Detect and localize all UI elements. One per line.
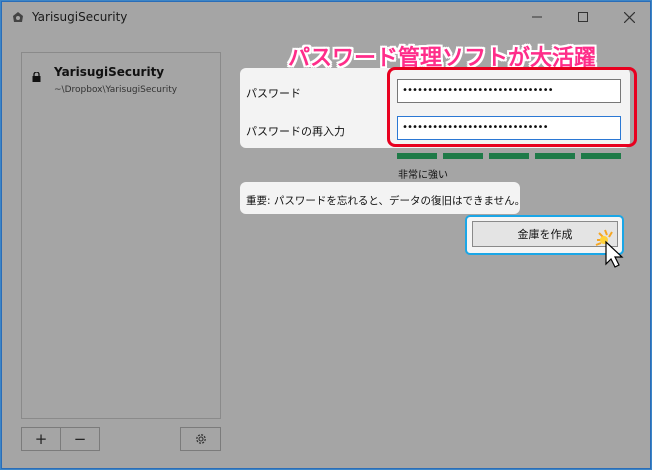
lock-icon bbox=[32, 72, 41, 82]
confirm-password-label: パスワードの再入力 bbox=[246, 125, 345, 138]
strength-segment bbox=[489, 153, 529, 159]
maximize-icon bbox=[578, 12, 588, 22]
gear-icon bbox=[195, 434, 206, 444]
app-window: YarisugiSecurity YarisugiSecurity ~\Drop… bbox=[1, 1, 651, 469]
minimize-button[interactable] bbox=[514, 2, 560, 32]
maximize-button[interactable] bbox=[560, 2, 606, 32]
warning-text: 重要: パスワードを忘れると、データの復旧はできません。 bbox=[246, 195, 526, 207]
close-icon bbox=[623, 11, 635, 23]
mouse-pointer-icon bbox=[595, 229, 624, 268]
strength-label: 非常に強い bbox=[398, 170, 448, 181]
add-label: + bbox=[34, 430, 48, 448]
vault-path: ~\Dropbox\YarisugiSecurity bbox=[54, 85, 178, 95]
strength-segment bbox=[581, 153, 621, 159]
strength-segment bbox=[535, 153, 575, 159]
close-button[interactable] bbox=[606, 2, 652, 32]
strength-segment bbox=[443, 153, 483, 159]
window-title: YarisugiSecurity bbox=[32, 10, 128, 24]
password-label: パスワード bbox=[246, 87, 301, 100]
vault-name: YarisugiSecurity bbox=[54, 65, 165, 79]
vault-list: YarisugiSecurity ~\Dropbox\YarisugiSecur… bbox=[21, 52, 221, 419]
minimize-icon bbox=[532, 16, 542, 18]
warning-message: 重要: パスワードを忘れると、データの復旧はできません。 bbox=[240, 182, 525, 214]
app-logo-icon bbox=[13, 12, 23, 22]
title-bar: YarisugiSecurity bbox=[2, 2, 650, 32]
settings-button[interactable] bbox=[180, 427, 221, 451]
remove-label: − bbox=[73, 430, 87, 448]
add-vault-button[interactable]: + bbox=[21, 427, 61, 451]
create-vault-label: 金庫を作成 bbox=[517, 228, 573, 241]
remove-vault-button[interactable]: − bbox=[60, 427, 100, 451]
strength-segment bbox=[397, 153, 437, 159]
annotation-highlight-box bbox=[387, 67, 637, 147]
